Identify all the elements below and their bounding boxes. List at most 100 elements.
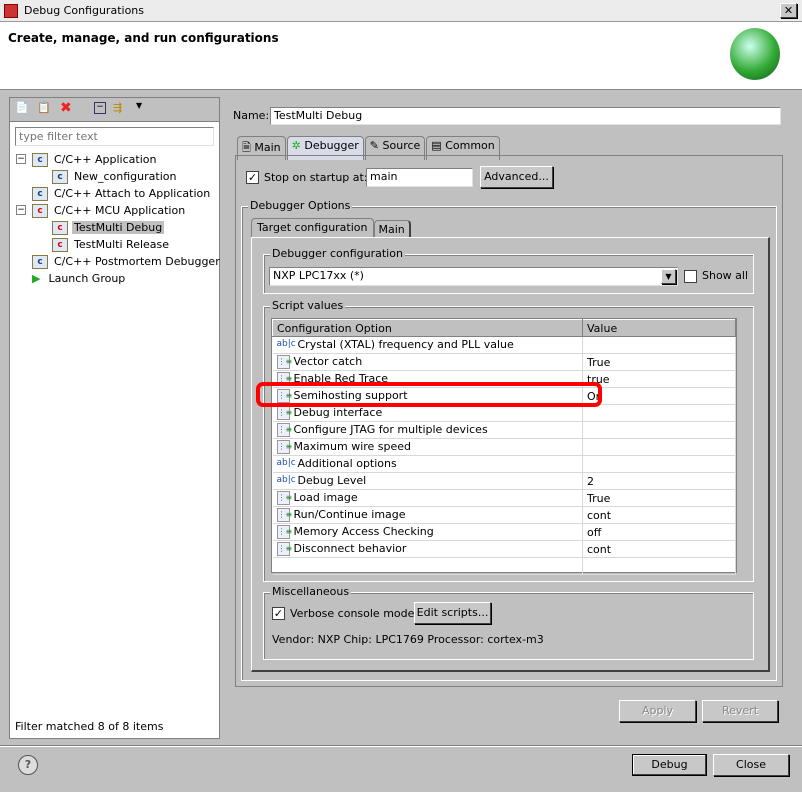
tree-item[interactable]: − c C/C++ MCU Application [16,202,222,219]
apply-button[interactable]: Apply [619,700,696,722]
option-cell: ⋮≡Memory Access Checking [272,523,583,541]
value-cell[interactable]: True [582,489,736,507]
revert-button[interactable]: Revert [702,700,778,722]
edit-scripts-button[interactable]: Edit scripts... [414,602,491,624]
tree-item-label: C/C++ Application [54,153,157,166]
value-cell[interactable] [582,438,736,456]
verbose-label: Verbose console mode [290,607,415,620]
tree-item[interactable]: c C/C++ Postmortem Debugger [20,253,222,270]
option-label: Load image [293,491,358,504]
title-bar: Debug Configurations ✕ [0,0,802,22]
collapse-icon[interactable]: − [16,154,26,164]
window-title: Debug Configurations [24,4,145,17]
c-config-icon: c [52,221,68,235]
config-tree-panel: 📄 📋 ✖ − ⇶ ▼ −cC/C++ ApplicationcNew_conf… [9,97,220,739]
value-cell[interactable] [582,455,736,473]
miscellaneous-group: Miscellaneous ✓ Verbose console mode Edi… [263,585,754,660]
option-cell: ⋮≡Vector catch [272,353,583,371]
header: Create, manage, and run configurations [0,22,802,90]
column-header-value[interactable]: Value [582,319,736,337]
value-cell[interactable]: cont [582,506,736,524]
value-cell[interactable]: off [582,523,736,541]
value-cell[interactable] [582,336,736,354]
table-row[interactable]: ⋮≡Memory Access Checking off [272,523,736,541]
verbose-checkbox[interactable]: ✓ [272,607,285,620]
filter-input[interactable] [15,127,214,146]
c-config-icon: c [32,255,48,269]
collapse-icon[interactable]: − [16,205,26,215]
value-cell[interactable]: cont [582,540,736,558]
footer-separator [0,745,802,747]
close-window-button[interactable]: ✕ [780,3,797,18]
common-tab-icon: ▤ [431,139,442,152]
select-value: NXP LPC17xx (*) [273,269,364,282]
tree-item[interactable]: c TestMulti Debug [20,219,222,236]
table-row[interactable]: ⋮≡Maximum wire speed [272,438,736,456]
group-label: Debugger Options [248,199,353,212]
c-config-icon: c [32,153,48,167]
header-title: Create, manage, and run configurations [8,31,279,45]
debugger-config-select[interactable]: NXP LPC17xx (*) [269,267,678,286]
chevron-down-icon[interactable]: ▼ [661,269,676,284]
value-cell[interactable] [582,421,736,439]
table-row[interactable]: ⋮≡Run/Continue image cont [272,506,736,524]
list-option-icon: ⋮≡ [276,525,292,539]
advanced-button[interactable]: Advanced... [480,166,553,188]
table-row[interactable]: ab|c Crystal (XTAL) frequency and PLL val… [272,336,736,354]
delete-icon[interactable]: ✖ [60,100,72,116]
tree-item[interactable]: c C/C++ Attach to Application [20,185,222,202]
value-cell[interactable]: On [582,387,736,405]
tree-item-label: TestMulti Release [74,238,170,251]
tree-item[interactable]: − c C/C++ Application [16,151,222,168]
vendor-info: Vendor: NXP Chip: LPC1769 Processor: cor… [272,633,544,646]
table-row[interactable]: ⋮≡Vector catch True [272,353,736,371]
tree-item[interactable]: ▶ Launch Group [20,270,222,287]
filter-icon[interactable]: ⇶ [113,101,122,114]
tree-item-label: C/C++ MCU Application [54,204,186,217]
group-label: Debugger configuration [270,247,405,260]
debugger-configuration-group: Debugger configuration NXP LPC17xx (*) ▼… [263,247,754,294]
main-tab-icon: 🗎 [242,141,251,154]
tree-item[interactable]: c TestMulti Release [20,236,222,253]
value-cell[interactable]: true [582,370,736,388]
column-header-option[interactable]: Configuration Option [272,319,583,337]
value-cell[interactable] [582,404,736,422]
tree-item-label: TestMulti Debug [72,221,165,234]
option-label: Maximum wire speed [293,440,412,453]
c-config-icon: c [52,238,68,252]
debug-button[interactable]: Debug [632,754,707,776]
table-row[interactable]: ab|c Debug Level 2 [272,472,736,490]
show-all-checkbox[interactable] [684,270,697,283]
filter-status: Filter matched 8 of 8 items [15,720,164,733]
table-row[interactable]: ⋮≡Configure JTAG for multiple devices [272,421,736,439]
inner-tabs: Target configuration Main [251,218,411,238]
duplicate-icon[interactable]: 📋 [37,101,51,114]
value-cell[interactable]: 2 [582,472,736,490]
name-input[interactable]: TestMulti Debug [270,107,781,125]
table-row[interactable]: ⋮≡Disconnect behavior cont [272,540,736,558]
launch-group-icon: ▶ [32,272,41,285]
option-cell: ab|c Debug Level [272,472,583,490]
tree-item[interactable]: c New_configuration [20,168,222,185]
tab-inner-main[interactable]: Main [373,220,411,238]
stop-on-startup-checkbox[interactable]: ✓ [246,171,259,184]
list-option-icon: ⋮≡ [276,542,292,556]
list-option-icon: ⋮≡ [276,440,292,454]
option-cell: ⋮≡Maximum wire speed [272,438,583,456]
tree-item-label: C/C++ Attach to Application [54,187,211,200]
stop-symbol-input[interactable]: main [366,168,473,187]
help-icon[interactable]: ? [18,755,38,775]
new-config-icon[interactable]: 📄 [15,101,29,114]
option-cell: ⋮≡Debug interface [272,404,583,422]
chevron-down-icon[interactable]: ▼ [136,101,142,110]
table-row[interactable]: ⋮≡Load image True [272,489,736,507]
tab-target-configuration[interactable]: Target configuration [251,218,374,238]
close-button[interactable]: Close [713,754,789,776]
table-row[interactable]: ab|c Additional options [272,455,736,473]
show-all-label: Show all [702,269,749,282]
collapse-all-icon[interactable]: − [94,102,106,114]
table-row[interactable]: ⋮≡Debug interface [272,404,736,422]
value-cell[interactable]: True [582,353,736,371]
group-label: Script values [270,299,346,312]
debugger-options-group: Debugger Options Target configuration Ma… [241,199,777,681]
